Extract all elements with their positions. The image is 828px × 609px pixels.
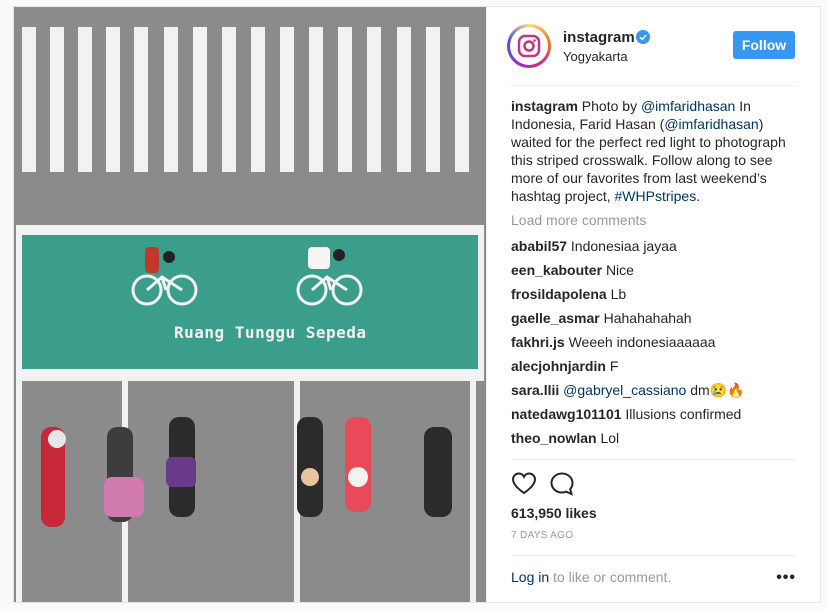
- comment-username[interactable]: sara.llii: [511, 382, 559, 398]
- comment-text: Lol: [600, 430, 620, 446]
- comment-text: F: [609, 358, 619, 374]
- actions-divider: [511, 459, 796, 460]
- heart-icon[interactable]: [511, 471, 537, 497]
- comment-item: sara.llii @gabryel_cassiano dm😢🔥: [511, 381, 796, 405]
- bottom-divider: [511, 555, 796, 556]
- comment-item: natedawg101101 Illusions confirmed: [511, 405, 796, 429]
- comment-icon[interactable]: [549, 471, 575, 497]
- comment-username[interactable]: fakhri.js: [511, 334, 565, 350]
- comment-item: theo_nowlan Lol: [511, 429, 796, 453]
- caption-mention[interactable]: @imfaridhasan: [641, 98, 735, 114]
- comment-text: Hahahahahah: [603, 310, 692, 326]
- login-prompt-text: to like or comment.: [549, 569, 672, 585]
- caption-mention[interactable]: @imfaridhasan: [664, 116, 758, 132]
- post-photo[interactable]: Ruang Tunggu Sepeda: [14, 7, 486, 602]
- comment-item: fakhri.js Weeeh indonesiaaaaaa: [511, 333, 796, 357]
- comment-username[interactable]: theo_nowlan: [511, 430, 597, 446]
- comment-username[interactable]: alecjohnjardin: [511, 358, 606, 374]
- caption-text: Photo by: [577, 98, 641, 114]
- bike-box-road-text: Ruang Tunggu Sepeda: [174, 323, 367, 342]
- login-prompt: Log in to like or comment.: [511, 569, 671, 585]
- caption-hashtag[interactable]: #WHPstripes: [615, 188, 697, 204]
- post-card: Ruang Tunggu Sepeda instagram Yogyakarta…: [13, 6, 821, 603]
- comment-text: Weeeh indonesiaaaaaa: [568, 334, 716, 350]
- comment-username[interactable]: gaelle_asmar: [511, 310, 600, 326]
- comment-item: een_kabouter Nice: [511, 261, 796, 285]
- comment-text: Illusions confirmed: [625, 406, 742, 422]
- comment-mention[interactable]: @gabryel_cassiano: [563, 382, 686, 398]
- comment-item: ababil57 Indonesiaa jayaa: [511, 237, 796, 261]
- post-side-panel: instagram Yogyakarta Follow instagram Ph…: [486, 7, 820, 602]
- comment-text: dm😢🔥: [690, 382, 745, 398]
- header-username[interactable]: instagram: [563, 29, 635, 46]
- comment-username[interactable]: ababil57: [511, 238, 567, 254]
- post-header: instagram Yogyakarta Follow: [487, 7, 820, 85]
- verified-badge-icon: [636, 30, 650, 44]
- comments-list: instagram Photo by @imfaridhasan In Indo…: [511, 97, 796, 455]
- comment-item: alecjohnjardin F: [511, 357, 796, 381]
- load-more-comments-link[interactable]: Load more comments: [511, 211, 796, 229]
- caption: instagram Photo by @imfaridhasan In Indo…: [511, 97, 796, 205]
- header-location[interactable]: Yogyakarta: [563, 49, 628, 64]
- comment-username[interactable]: een_kabouter: [511, 262, 602, 278]
- caption-username[interactable]: instagram: [511, 98, 578, 114]
- comment-text: Nice: [605, 262, 634, 278]
- more-options-button[interactable]: •••: [776, 569, 796, 587]
- comment-username[interactable]: natedawg101101: [511, 406, 622, 422]
- caption-text: .: [696, 188, 701, 204]
- instagram-logo-icon[interactable]: [507, 24, 551, 68]
- comment-text: Indonesiaa jayaa: [570, 238, 677, 254]
- follow-button[interactable]: Follow: [733, 31, 795, 59]
- comment-item: frosildapolena Lb: [511, 285, 796, 309]
- post-date[interactable]: 7 DAYS AGO: [511, 530, 573, 541]
- comment-username[interactable]: frosildapolena: [511, 286, 607, 302]
- crosswalk-photo: [14, 7, 486, 602]
- comment-text: Lb: [610, 286, 627, 302]
- likes-count[interactable]: 613,950 likes: [511, 505, 597, 521]
- header-divider: [511, 85, 796, 86]
- comment-item: gaelle_asmar Hahahahahah: [511, 309, 796, 333]
- login-link[interactable]: Log in: [511, 569, 549, 585]
